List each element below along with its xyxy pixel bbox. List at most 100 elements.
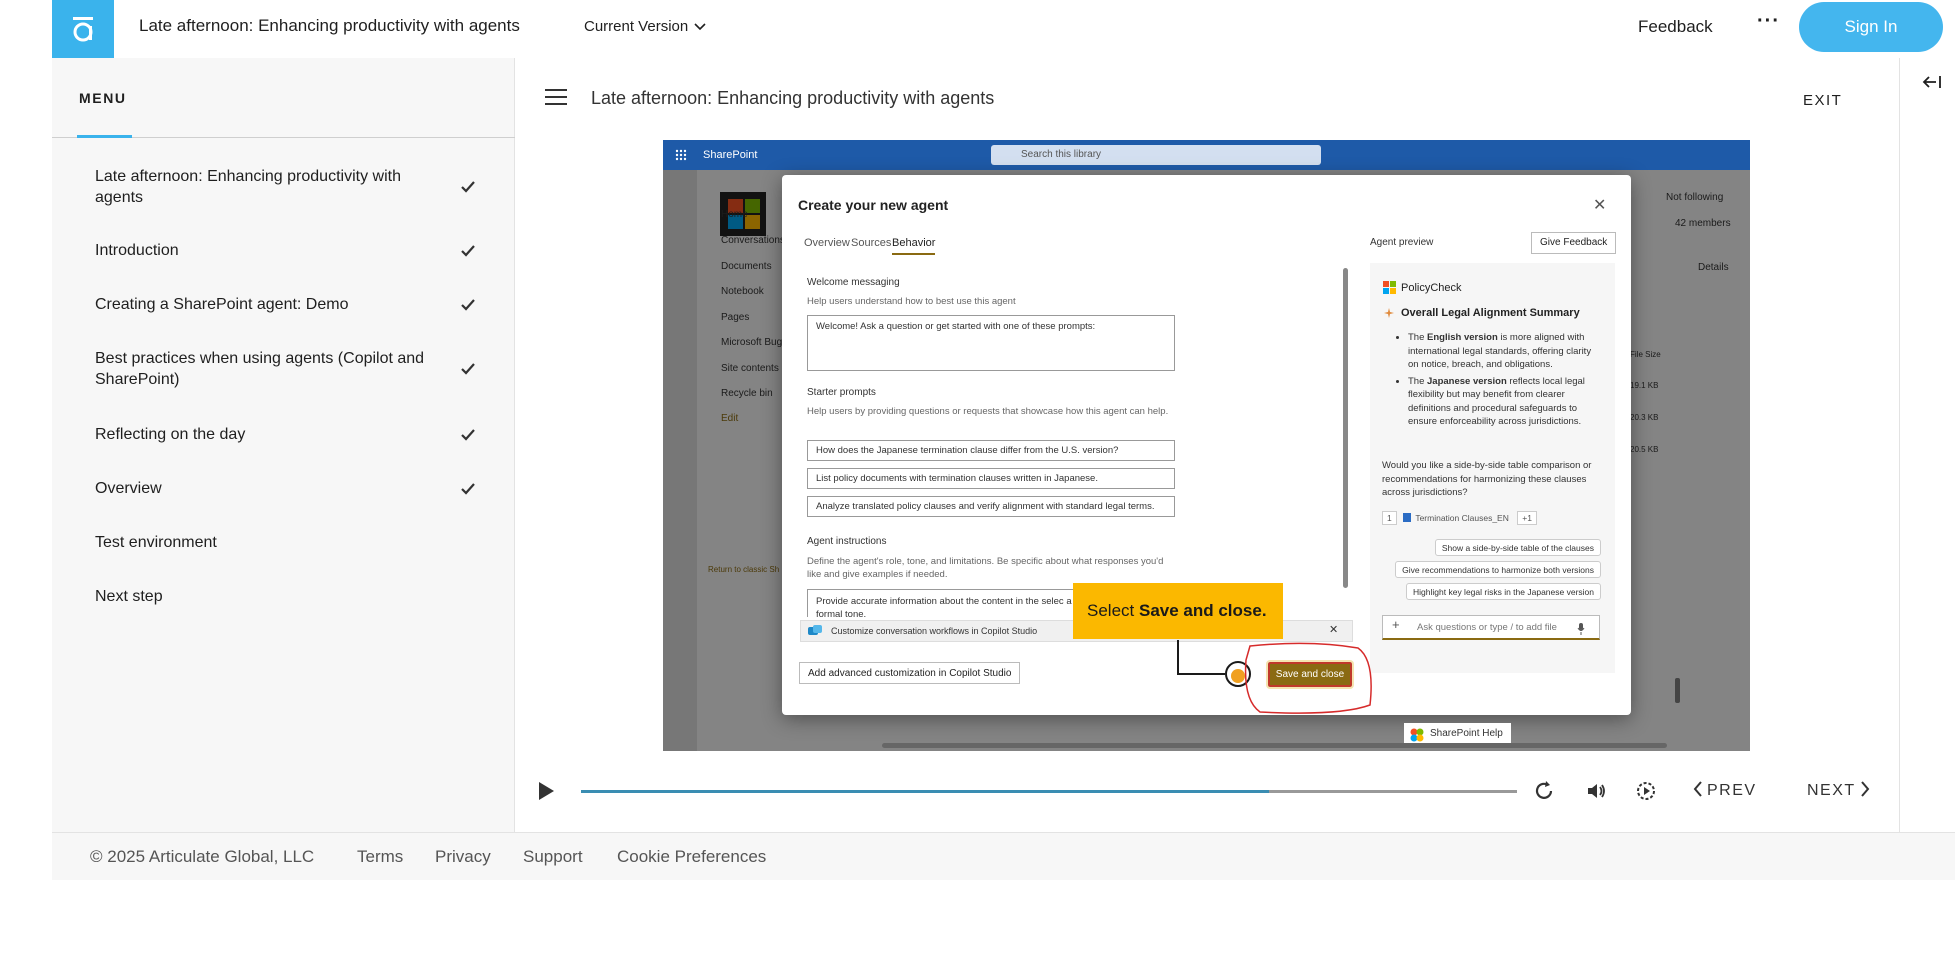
instructions-desc: Define the agent's role, tone, and limit… xyxy=(807,556,1164,580)
version-label: Current Version xyxy=(584,18,689,35)
microphone-icon[interactable] xyxy=(1577,623,1585,635)
chevron-left-icon xyxy=(1693,781,1702,797)
plus-icon[interactable]: + xyxy=(1392,617,1400,632)
dismiss-icon[interactable]: ✕ xyxy=(1329,623,1338,636)
tab-overview[interactable]: Overview xyxy=(804,237,850,249)
preview-scrollbar[interactable] xyxy=(1675,678,1680,703)
volume-icon[interactable] xyxy=(1585,780,1607,802)
callout-bold: Save and close. xyxy=(1138,601,1267,620)
copyright: © 2025 Articulate Global, LLC xyxy=(90,847,315,866)
welcome-desc: Help users understand how to best use th… xyxy=(807,296,1016,307)
footer-link-terms[interactable]: Terms xyxy=(357,847,403,867)
save-and-close-button[interactable]: Save and close xyxy=(1266,660,1354,689)
course-title: Late afternoon: Enhancing productivity w… xyxy=(139,16,520,35)
dialog-title: Create your new agent xyxy=(798,197,949,213)
copilot-studio-icon xyxy=(808,625,822,635)
hamburger-menu-icon[interactable] xyxy=(545,89,567,105)
sharepoint-help-label: SharePoint Help xyxy=(1430,728,1503,739)
starter-prompt-field[interactable]: Analyze translated policy clauses and ve… xyxy=(807,496,1175,517)
agent-name: PolicyCheck xyxy=(1401,282,1462,294)
articulate-logo-icon xyxy=(73,17,93,42)
sharepoint-top-bar: SharePoint Search this library xyxy=(663,140,1750,170)
help-logo-icon xyxy=(1410,728,1424,742)
sparkle-icon xyxy=(1384,308,1394,318)
sidebar-lesson-item[interactable]: Reflecting on the day xyxy=(95,424,495,445)
sign-in-button[interactable]: Sign In xyxy=(1799,2,1943,52)
playback-speed-icon[interactable] xyxy=(1635,780,1657,802)
lesson-label: Best practices when using agents (Copilo… xyxy=(95,350,425,388)
menu-underline xyxy=(77,135,132,138)
horizontal-scrollbar[interactable] xyxy=(882,743,1667,748)
sidebar-lesson-item[interactable]: Best practices when using agents (Copilo… xyxy=(95,348,495,390)
suggestion-chip[interactable]: Highlight key legal risks in the Japanes… xyxy=(1406,583,1601,600)
lesson-label: Introduction xyxy=(95,242,179,259)
version-dropdown[interactable]: Current Version xyxy=(584,18,706,35)
menu-label: MENU xyxy=(79,90,127,106)
reference-more: +1 xyxy=(1517,511,1537,525)
suggestion-chip[interactable]: Show a side-by-side table of the clauses xyxy=(1434,539,1601,556)
sharepoint-app-name: SharePoint xyxy=(703,149,758,161)
dialog-scrollbar[interactable] xyxy=(1343,268,1348,588)
starter-label: Starter prompts xyxy=(807,387,876,398)
starter-desc: Help users by providing questions or req… xyxy=(807,406,1169,417)
agent-question: Would you like a side-by-side table comp… xyxy=(1382,460,1592,498)
lesson-label: Overview xyxy=(95,480,162,497)
footer-link-cookie-preferences[interactable]: Cookie Preferences xyxy=(617,847,766,867)
app-launcher-icon xyxy=(675,149,687,161)
replay-icon[interactable] xyxy=(1534,780,1556,802)
prev-label: PREV xyxy=(1707,782,1757,799)
more-options-icon[interactable]: ··· xyxy=(1757,10,1780,33)
tab-sources[interactable]: Sources xyxy=(851,237,891,249)
give-feedback-button[interactable]: Give Feedback xyxy=(1531,232,1617,254)
callout-text: Select xyxy=(1087,601,1139,620)
footer-link-privacy[interactable]: Privacy xyxy=(435,847,491,867)
summary-point: The English version is more aligned with… xyxy=(1408,331,1601,372)
sidebar-lesson-item[interactable]: Late afternoon: Enhancing productivity w… xyxy=(95,166,495,208)
ask-input[interactable]: Ask questions or type / to add file xyxy=(1382,615,1600,640)
reference-number: 1 xyxy=(1382,511,1397,525)
customize-label: Customize conversation workflows in Copi… xyxy=(831,626,1038,636)
lesson-label: Next step xyxy=(95,588,163,605)
summary-list: The English version is more aligned with… xyxy=(1386,331,1601,432)
lesson-label: Creating a SharePoint agent: Demo xyxy=(95,296,349,313)
sidebar-lesson-item[interactable]: Next step xyxy=(95,586,495,607)
chevron-right-icon xyxy=(1860,781,1869,797)
close-icon[interactable]: ✕ xyxy=(1593,195,1606,215)
instructions-label: Agent instructions xyxy=(807,536,887,547)
footer-link-support[interactable]: Support xyxy=(523,847,583,867)
agent-preview-panel: PolicyCheck Overall Legal Alignment Summ… xyxy=(1370,263,1615,673)
sidebar-lesson-item[interactable]: Test environment xyxy=(95,532,495,553)
checkmark-icon xyxy=(461,181,475,193)
instructions-field[interactable]: Provide accurate information about the c… xyxy=(807,589,1097,617)
lesson-label: Test environment xyxy=(95,534,217,551)
checkmark-icon xyxy=(461,298,475,311)
play-icon[interactable] xyxy=(536,780,556,802)
tab-behavior[interactable]: Behavior xyxy=(892,237,936,255)
suggestion-chip[interactable]: Give recommendations to harmonize both v… xyxy=(1395,561,1601,578)
document-icon xyxy=(1403,513,1412,522)
feedback-link[interactable]: Feedback xyxy=(1638,17,1713,37)
starter-prompt-field[interactable]: How does the Japanese termination clause… xyxy=(807,440,1175,461)
right-divider xyxy=(1899,58,1900,832)
reference-file: Termination Clauses_EN xyxy=(1415,513,1509,523)
checkmark-icon xyxy=(461,363,475,375)
microsoft-logo-icon xyxy=(1383,281,1396,294)
exit-button[interactable]: EXIT xyxy=(1803,92,1842,109)
instruction-callout: Select Save and close. xyxy=(1073,583,1283,639)
chevron-down-icon xyxy=(694,22,706,30)
sidebar-lesson-item[interactable]: Creating a SharePoint agent: Demo xyxy=(95,294,495,315)
sidebar-lesson-item[interactable]: Overview xyxy=(95,478,495,499)
reference-chip[interactable]: 1 Termination Clauses_EN +1 xyxy=(1382,511,1537,525)
welcome-field[interactable]: Welcome! Ask a question or get started w… xyxy=(807,315,1175,371)
next-button[interactable]: NEXT xyxy=(1807,781,1870,800)
checkmark-icon xyxy=(461,482,475,495)
starter-prompt-field[interactable]: List policy documents with termination c… xyxy=(807,468,1175,489)
lesson-label: Late afternoon: Enhancing productivity w… xyxy=(95,168,401,206)
advanced-customization-button[interactable]: Add advanced customization in Copilot St… xyxy=(799,662,1021,684)
app-logo[interactable] xyxy=(52,0,114,58)
prev-button[interactable]: PREV xyxy=(1693,781,1757,800)
sidebar-lesson-item[interactable]: Introduction xyxy=(95,240,495,261)
progress-bar[interactable] xyxy=(581,790,1517,793)
checkmark-icon xyxy=(461,244,475,257)
collapse-panel-icon[interactable] xyxy=(1922,74,1942,90)
